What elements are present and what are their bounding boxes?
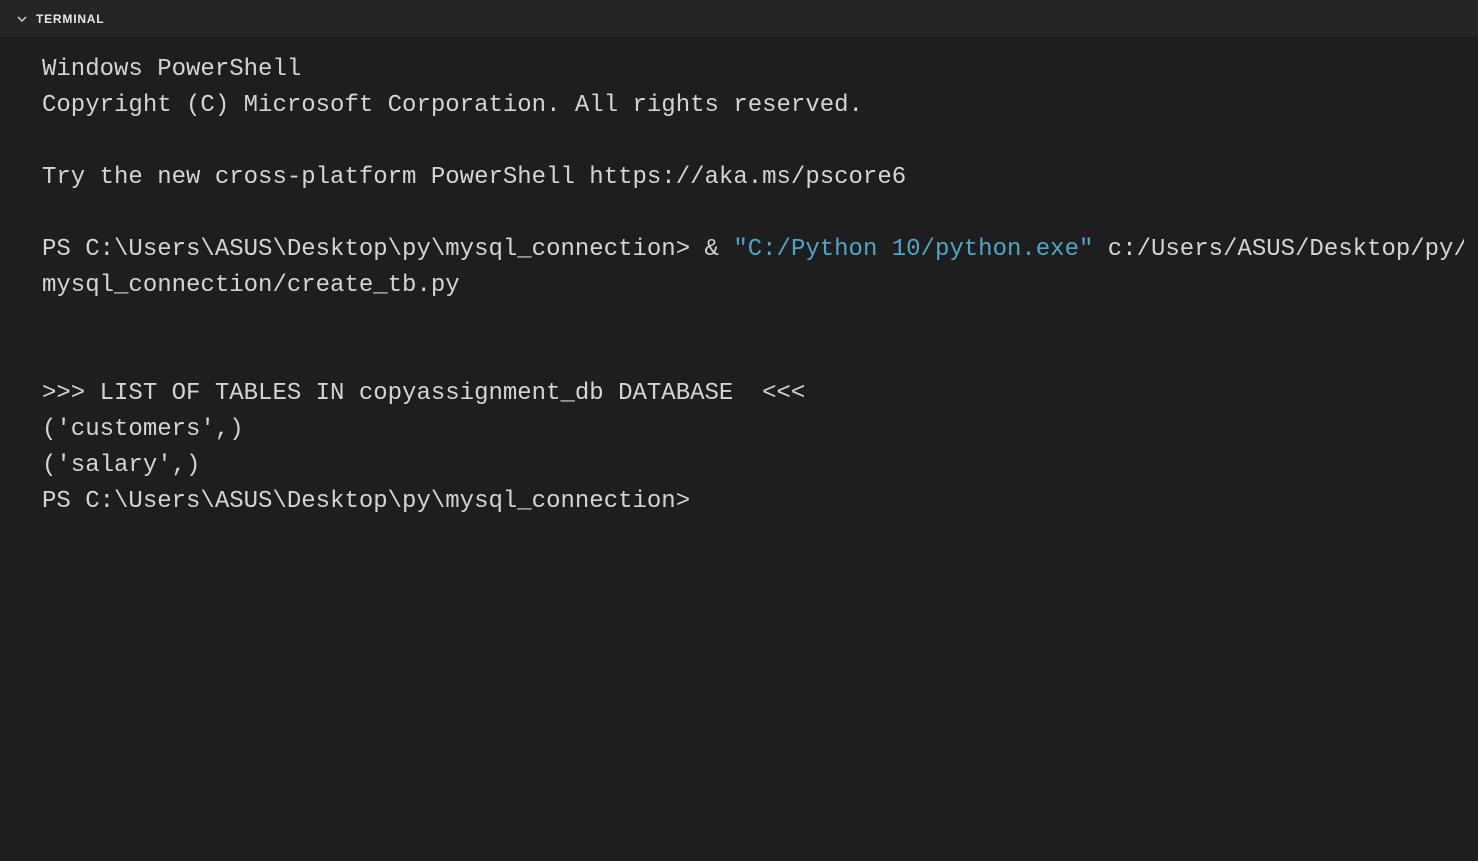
terminal-line: Windows PowerShell [42, 52, 1478, 88]
terminal-line: ('salary',) [42, 448, 1478, 484]
terminal-line: Try the new cross-platform PowerShell ht… [42, 160, 1478, 196]
scrollbar-thumb[interactable] [1464, 38, 1478, 861]
terminal-line: Copyright (C) Microsoft Corporation. All… [42, 88, 1478, 124]
terminal-blank-line [42, 304, 1478, 340]
prompt-text: PS C:\Users\ASUS\Desktop\py\mysql_connec… [42, 236, 705, 263]
terminal-scrollbar[interactable] [1464, 38, 1478, 861]
command-operator: & [705, 236, 734, 263]
terminal-line: >>> LIST OF TABLES IN copyassignment_db … [42, 376, 1478, 412]
terminal-command-line: PS C:\Users\ASUS\Desktop\py\mysql_connec… [42, 232, 1478, 304]
terminal-blank-line [42, 196, 1478, 232]
terminal-output-area[interactable]: Windows PowerShell Copyright (C) Microso… [0, 38, 1478, 861]
terminal-blank-line [42, 340, 1478, 376]
chevron-down-icon[interactable] [14, 11, 30, 27]
terminal-line: ('customers',) [42, 412, 1478, 448]
terminal-panel-header[interactable]: TERMINAL [0, 0, 1478, 38]
terminal-tab-label[interactable]: TERMINAL [36, 12, 104, 26]
terminal-prompt-line: PS C:\Users\ASUS\Desktop\py\mysql_connec… [42, 484, 1478, 520]
command-string: "C:/Python 10/python.exe" [733, 236, 1093, 263]
terminal-blank-line [42, 124, 1478, 160]
